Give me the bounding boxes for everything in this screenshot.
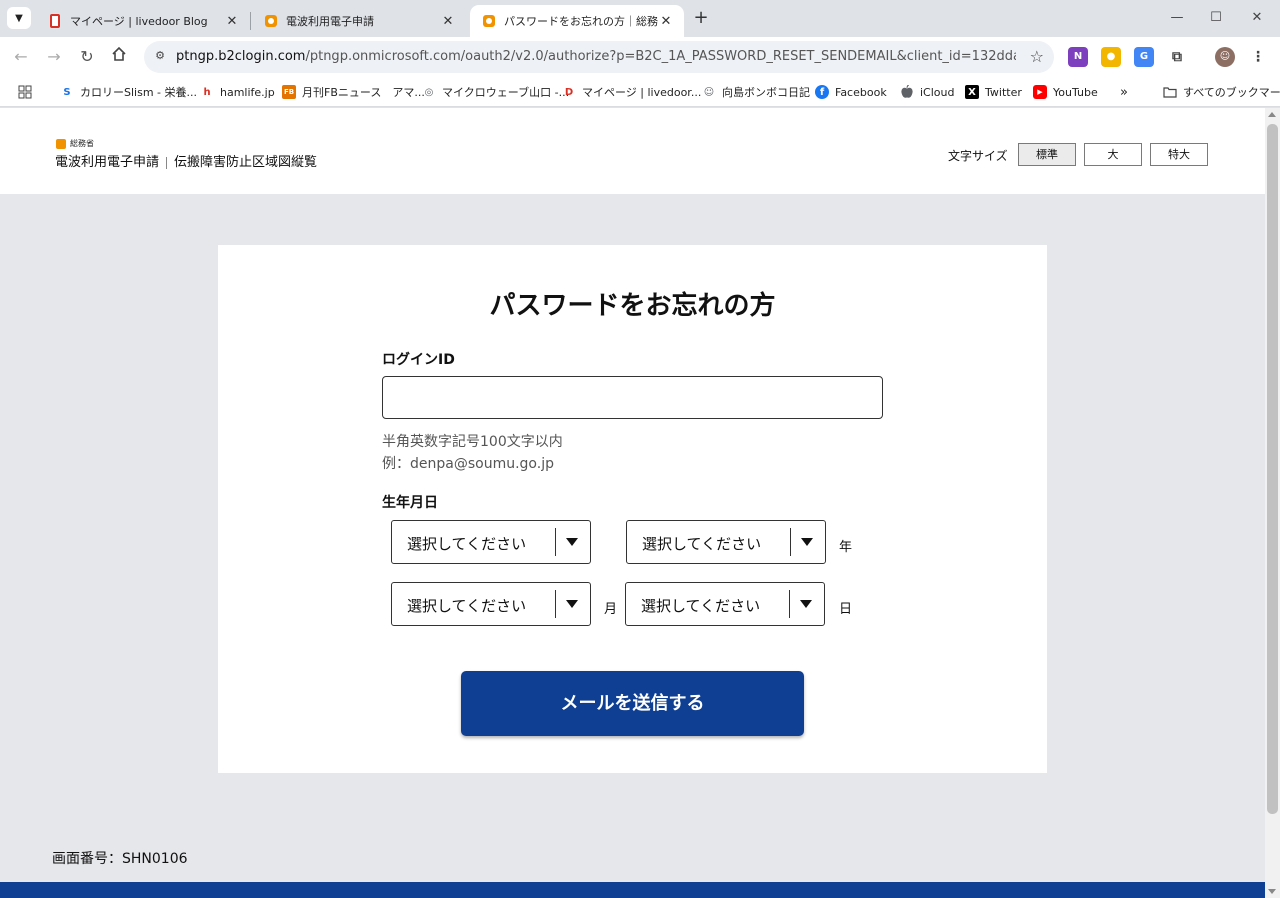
site-header: 総務省 電波利用電子申請 伝搬障害防止区域図縦覧 文字サイズ 標準 大 特大 (0, 108, 1265, 194)
screen-number: 画面番号：SHN0106 (52, 851, 188, 867)
back-icon[interactable]: ← (9, 45, 33, 69)
ministry-mark-icon (56, 138, 66, 149)
tab-divider (250, 12, 251, 30)
apple-icon (900, 85, 914, 99)
microwave-icon: ◎ (424, 86, 434, 98)
tab-livedoor[interactable]: マイページ | livedoor Blog ✕ (36, 5, 250, 37)
tab-denpa[interactable]: 電波利用電子申請 ✕ (252, 5, 466, 37)
new-tab-button[interactable]: + (690, 8, 712, 30)
send-email-button[interactable]: メールを送信する (461, 671, 804, 736)
close-icon[interactable]: ✕ (224, 14, 240, 29)
tab-strip: ▼ マイページ | livedoor Blog ✕ 電波利用電子申請 ✕ パスワ… (0, 0, 1280, 37)
tab-title: パスワードをお忘れの方｜総務省 電 (504, 15, 658, 28)
login-id-example: 例：denpa@soumu.go.jp (382, 456, 554, 472)
font-size-label: 文字サイズ (948, 149, 1008, 163)
font-size-standard-button[interactable]: 標準 (1018, 143, 1076, 166)
bookmark-item[interactable]: D マイページ | livedoor... (562, 84, 701, 100)
home-icon[interactable] (107, 45, 131, 69)
menu-icon[interactable]: ⋮ (1248, 47, 1268, 67)
bookmark-star-icon[interactable]: ☆ (1030, 47, 1044, 66)
dropdown-arrow-icon (566, 538, 578, 546)
extensions-puzzle-icon[interactable]: ⧉ (1167, 47, 1187, 67)
ministry-favicon-icon (264, 14, 278, 28)
birthdate-label: 生年月日 (382, 495, 438, 511)
page-scrollbar[interactable] (1265, 108, 1280, 898)
keep-extension-icon[interactable]: ● (1101, 47, 1121, 67)
ministry-logo[interactable]: 総務省 (56, 138, 94, 149)
scroll-up-icon[interactable] (1268, 112, 1276, 117)
bookmark-item[interactable]: ☺ 向島ボンボコ日記 (702, 84, 810, 100)
address-bar[interactable]: ⚙ ptngp.b2clogin.com/ptngp.onmicrosoft.c… (144, 41, 1054, 73)
login-id-hint: 半角英数字記号100文字以内 (382, 434, 563, 450)
login-id-input[interactable] (382, 376, 883, 419)
more-bookmarks-icon[interactable]: » (1120, 84, 1128, 100)
bookmark-item[interactable]: h hamlife.jp (200, 84, 274, 100)
page-title: パスワードをお忘れの方 (489, 291, 776, 321)
bookmark-item[interactable]: f Facebook (815, 84, 887, 100)
footer-band (0, 882, 1265, 898)
bookmark-item[interactable]: FB 月刊FBニュース アマ... (282, 84, 425, 100)
bookmark-item[interactable]: ▶ YouTube (1033, 84, 1098, 100)
close-icon[interactable]: ✕ (658, 14, 674, 29)
tab-search-button[interactable]: ▼ (7, 7, 31, 29)
page-content: 総務省 電波利用電子申請 伝搬障害防止区域図縦覧 文字サイズ 標準 大 特大 パス… (0, 108, 1265, 898)
dropdown-arrow-icon (801, 538, 813, 546)
chevron-down-icon: ▼ (15, 12, 23, 24)
onenote-extension-icon[interactable]: N (1068, 47, 1088, 67)
dropdown-arrow-icon (800, 600, 812, 608)
birth-year-select[interactable]: 選択してください (626, 520, 826, 564)
birth-era-select[interactable]: 選択してください (391, 520, 591, 564)
scroll-down-icon[interactable] (1268, 889, 1276, 894)
slism-icon: S (63, 86, 71, 98)
bookmark-item[interactable]: X Twitter (965, 84, 1022, 100)
year-unit-label: 年 (839, 540, 853, 555)
bookmark-item[interactable]: iCloud (900, 84, 954, 100)
window-close-icon[interactable]: ✕ (1242, 6, 1272, 30)
all-bookmarks-folder[interactable]: すべてのブックマーク (1163, 84, 1280, 100)
site-info-icon[interactable]: ⚙ (152, 49, 168, 65)
ministry-favicon-icon (482, 14, 496, 28)
close-icon[interactable]: ✕ (440, 14, 456, 29)
blog-avatar-icon: ☺ (703, 86, 715, 98)
profile-avatar[interactable]: ☺ (1215, 47, 1235, 67)
facebook-icon: f (815, 85, 829, 99)
day-unit-label: 日 (839, 602, 853, 617)
birth-month-select[interactable]: 選択してください (391, 582, 591, 626)
youtube-icon: ▶ (1033, 85, 1047, 99)
dropdown-arrow-icon (566, 600, 578, 608)
livedoor-icon: D (564, 86, 574, 98)
folder-icon (1163, 85, 1177, 99)
maximize-icon[interactable]: ☐ (1201, 6, 1231, 30)
font-size-large-button[interactable]: 大 (1084, 143, 1142, 166)
login-id-label: ログインID (382, 352, 455, 368)
password-reset-card: パスワードをお忘れの方 ログインID 半角英数字記号100文字以内 例：denp… (218, 245, 1047, 773)
x-twitter-icon: X (965, 85, 979, 99)
translate-extension-icon[interactable]: G (1134, 47, 1154, 67)
font-size-xlarge-button[interactable]: 特大 (1150, 143, 1208, 166)
browser-toolbar: ← → ↻ ⚙ ptngp.b2clogin.com/ptngp.onmicro… (0, 37, 1280, 77)
birth-day-select[interactable]: 選択してください (625, 582, 825, 626)
hamlife-icon: h (203, 86, 211, 98)
url-text[interactable]: ptngp.b2clogin.com/ptngp.onmicrosoft.com… (176, 49, 1016, 64)
site-title[interactable]: 電波利用電子申請 伝搬障害防止区域図縦覧 (55, 151, 317, 170)
forward-icon[interactable]: → (42, 45, 66, 69)
tab-title: マイページ | livedoor Blog (70, 15, 208, 28)
month-unit-label: 月 (604, 602, 618, 617)
bookmark-item[interactable]: S カロリーSlism - 栄養... (60, 84, 197, 100)
reload-icon[interactable]: ↻ (75, 45, 99, 69)
tab-title: 電波利用電子申請 (286, 15, 374, 28)
scroll-thumb[interactable] (1267, 124, 1278, 814)
apps-grid-icon[interactable] (18, 84, 32, 100)
minimize-icon[interactable]: — (1162, 6, 1192, 30)
bookmark-item[interactable]: ◎ マイクロウェーブ山口 -... (422, 84, 569, 100)
title-divider (166, 156, 168, 169)
ministry-name: 総務省 (70, 139, 94, 148)
bookmarks-bar: S カロリーSlism - 栄養... h hamlife.jp FB 月刊FB… (0, 77, 1280, 107)
livedoor-favicon-icon (48, 14, 62, 28)
tab-password-reset[interactable]: パスワードをお忘れの方｜総務省 電 ✕ (470, 5, 684, 37)
fb-news-icon: FB (282, 85, 296, 99)
